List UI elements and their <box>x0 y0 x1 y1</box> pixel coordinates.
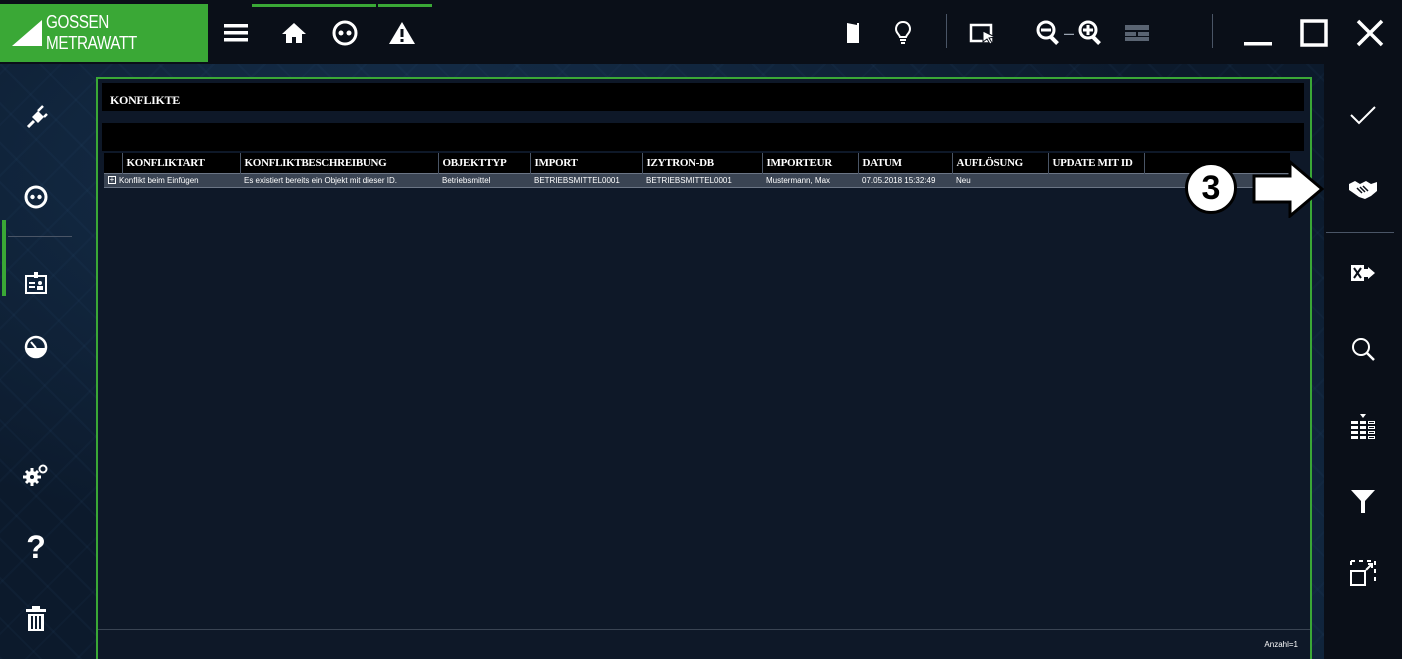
logo-triangle-icon <box>12 20 42 46</box>
column-header-izytron-db[interactable]: IZYTRON-DB <box>641 153 762 173</box>
brand-name: GOSSEN METRAWATT <box>46 12 137 53</box>
footer-divider <box>98 629 1310 630</box>
column-header-konfliktart[interactable]: KONFLIKTART <box>121 153 240 173</box>
socket-icon[interactable] <box>327 12 363 54</box>
gauge-icon[interactable] <box>0 322 72 372</box>
cell-update-mit-id[interactable] <box>1048 172 1144 188</box>
column-header-expander <box>104 153 122 173</box>
plug-icon[interactable] <box>0 92 72 142</box>
conflicts-table: KONFLIKTART KONFLIKTBESCHREIBUNG OBJEKTT… <box>104 153 1290 188</box>
select-cursor-icon[interactable] <box>966 12 1000 54</box>
fullscreen-icon[interactable] <box>1324 548 1402 598</box>
sidebar-divider <box>8 236 72 237</box>
cell-konfliktart[interactable]: + Konflikt beim Einfügen <box>104 172 240 188</box>
zoom-out-icon[interactable] <box>1034 12 1064 54</box>
secondary-tab-indicator <box>378 4 432 7</box>
layout-icon[interactable] <box>1120 12 1154 54</box>
row-count: Anzahl=1 <box>1264 640 1298 649</box>
expand-row-icon[interactable]: + <box>108 176 116 185</box>
handshake-icon[interactable] <box>1324 164 1402 214</box>
column-header-importeur[interactable]: IMPORTEUR <box>761 153 858 173</box>
filter-icon[interactable] <box>1324 476 1402 526</box>
menu-icon[interactable] <box>218 12 254 54</box>
sidebar-divider <box>1326 232 1394 233</box>
toolbar-divider <box>946 14 947 48</box>
excel-export-icon[interactable] <box>1324 248 1402 298</box>
gears-icon[interactable] <box>0 450 72 500</box>
group-by-strip[interactable] <box>102 123 1304 151</box>
cell-aufloesung[interactable]: Neu <box>952 172 1048 188</box>
cell-datum[interactable]: 07.05.2018 15:32:49 <box>858 172 952 188</box>
table-header-row: KONFLIKTART KONFLIKTBESCHREIBUNG OBJEKTT… <box>104 153 1290 173</box>
close-icon[interactable] <box>1350 12 1390 54</box>
callout-arrow-icon <box>1252 160 1324 218</box>
column-header-aufloesung[interactable]: AUFLÖSUNG <box>951 153 1048 173</box>
column-header-konfliktbeschreibung[interactable]: KONFLIKTBESCHREIBUNG <box>239 153 438 173</box>
step-callout-badge: 3 <box>1185 162 1237 214</box>
column-header-import[interactable]: IMPORT <box>529 153 642 173</box>
panel-title: KONFLIKTE <box>102 83 1304 111</box>
cell-konfliktbeschreibung[interactable]: Es existiert bereits ein Objekt mit dies… <box>240 172 438 188</box>
brand-logo: GOSSEN METRAWATT <box>0 4 208 62</box>
top-toolbar: GOSSEN METRAWATT – <box>0 0 1402 64</box>
warning-icon[interactable] <box>384 12 420 54</box>
column-header-datum[interactable]: DATUM <box>857 153 952 173</box>
table-row[interactable]: + Konflikt beim Einfügen Es existiert ber… <box>104 172 1290 188</box>
zoom-separator: – <box>1063 22 1074 43</box>
cell-import[interactable]: BETRIEBSMITTEL0001 <box>530 172 642 188</box>
cell-objekttyp[interactable]: Betriebsmittel <box>438 172 530 188</box>
right-sidebar <box>1324 64 1402 659</box>
conflicts-panel: KONFLIKTE KONFLIKTART KONFLIKTBESCHREIBU… <box>96 77 1312 659</box>
toolbar-divider <box>1212 14 1213 48</box>
search-icon[interactable] <box>1324 324 1402 374</box>
cell-konfliktart-text: Konflikt beim Einfügen <box>119 175 199 185</box>
help-icon[interactable]: ? <box>0 522 72 572</box>
left-sidebar: ? <box>0 64 72 659</box>
exit-door-icon[interactable] <box>838 12 868 54</box>
zoom-in-icon[interactable] <box>1076 12 1106 54</box>
cell-izytron-db[interactable]: BETRIEBSMITTEL0001 <box>642 172 762 188</box>
socket-icon[interactable] <box>0 172 72 222</box>
minimize-icon[interactable] <box>1238 12 1278 54</box>
home-icon[interactable] <box>276 12 312 54</box>
cell-importeur[interactable]: Mustermann, Max <box>762 172 858 188</box>
active-tab-indicator <box>252 4 376 7</box>
column-header-objekttyp[interactable]: OBJEKTTYP <box>437 153 530 173</box>
trash-icon[interactable] <box>0 594 72 644</box>
column-chooser-icon[interactable] <box>1324 402 1402 452</box>
check-icon[interactable] <box>1324 90 1402 140</box>
column-header-update-mit-id[interactable]: UPDATE MIT ID <box>1047 153 1144 173</box>
maximize-icon[interactable] <box>1294 12 1334 54</box>
badge-icon[interactable] <box>0 258 72 308</box>
lightbulb-icon[interactable] <box>888 12 918 54</box>
